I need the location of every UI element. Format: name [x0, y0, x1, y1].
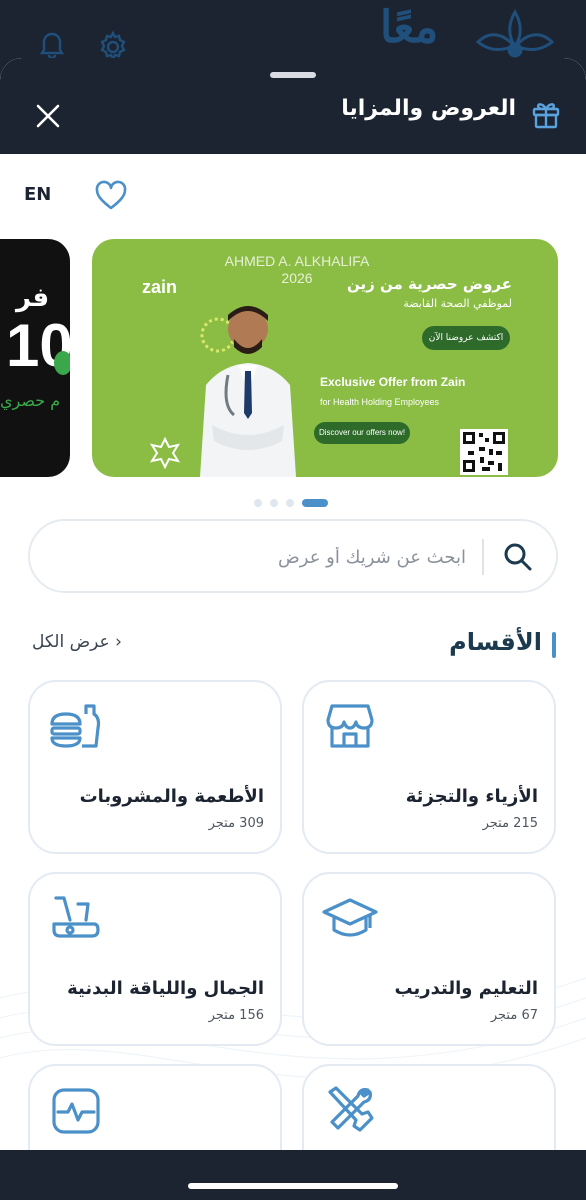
search-divider [482, 539, 484, 575]
search-icon[interactable] [502, 541, 534, 573]
section-accent-bar [552, 632, 556, 658]
category-count: 215 متجر [482, 816, 538, 831]
storefront-icon [326, 704, 374, 748]
carousel-dot-active[interactable] [302, 498, 328, 507]
language-toggle[interactable]: EN [24, 184, 51, 205]
category-name: الأطعمة والمشروبات [79, 786, 264, 807]
banner-subtitle-ar: لموظفي الصحة القابضة [403, 297, 512, 310]
app-logo-text: معًا [380, 2, 439, 53]
category-count: 309 متجر [208, 816, 264, 831]
prev-card-pin-icon [54, 351, 70, 375]
bell-icon[interactable] [36, 28, 68, 60]
category-count: 156 متجر [208, 1008, 264, 1023]
carousel-card-previous[interactable]: فر 10 م حصري [0, 239, 70, 477]
carousel-dot[interactable] [286, 498, 294, 507]
close-icon[interactable] [32, 100, 64, 132]
gift-icon [532, 103, 560, 129]
category-name: التعليم والتدريب [394, 978, 538, 999]
sheet-grabber[interactable] [270, 72, 316, 78]
category-name: الجمال واللياقة البدنية [67, 978, 264, 999]
categories-title: الأقسام [449, 628, 542, 656]
graduation-cap-icon [322, 898, 378, 937]
bottom-bar [0, 1150, 586, 1200]
health-holding-logo [149, 436, 181, 470]
category-card-food[interactable]: الأطعمة والمشروبات 309 متجر [28, 680, 282, 854]
banner-watermark-name: AHMED A. ALKHALIFA [224, 253, 370, 269]
doctor-illustration [200, 306, 296, 477]
banner-subtitle-en: for Health Holding Employees [320, 397, 440, 407]
search-input[interactable] [86, 537, 466, 577]
category-count: 67 متجر [490, 1008, 538, 1023]
banner-cta-ar[interactable]: اكتشف عروضنا الآن [422, 326, 510, 350]
see-all-label: عرض الكل [32, 632, 110, 652]
exercise-bike-icon [52, 896, 100, 938]
category-card-fashion[interactable]: الأزياء والتجزئة 215 متجر [302, 680, 556, 854]
banner-cta-en[interactable]: Discover our offers now! [314, 422, 410, 444]
prev-card-bottom-text: م حصري [0, 391, 61, 410]
home-indicator[interactable] [188, 1183, 398, 1189]
category-card-fitness[interactable]: الجمال واللياقة البدنية 156 متجر [28, 872, 282, 1046]
sheet-header: العروض والمزايا [0, 58, 586, 154]
tools-icon [328, 1086, 374, 1132]
heart-icon[interactable] [94, 180, 128, 212]
search-bar[interactable] [28, 519, 558, 593]
qr-code [460, 429, 508, 475]
banner-title-ar: عروض حصرية من زين [347, 275, 512, 293]
health-monitor-icon [52, 1088, 100, 1134]
zain-logo: zain [142, 277, 178, 297]
prev-card-top-text: فر [16, 283, 50, 313]
sheet-title: العروض والمزايا [341, 96, 516, 121]
chevron-left-icon: ‹ [115, 632, 122, 652]
carousel-dot[interactable] [254, 498, 262, 507]
category-name: الأزياء والتجزئة [405, 786, 538, 807]
offer-banner[interactable]: AHMED A. ALKHALIFA 2026 zain عروض حصرية … [92, 239, 558, 477]
food-drink-icon [50, 704, 101, 748]
category-card-education[interactable]: التعليم والتدريب 67 متجر [302, 872, 556, 1046]
banner-title-en: Exclusive Offer from Zain [320, 375, 466, 389]
carousel-dot[interactable] [270, 498, 278, 507]
see-all-link[interactable]: ‹ عرض الكل [32, 632, 122, 652]
carousel-pagination[interactable] [254, 492, 336, 507]
offers-sheet: العروض والمزايا EN فر 10 م حصري AHMED A.… [0, 58, 586, 1200]
